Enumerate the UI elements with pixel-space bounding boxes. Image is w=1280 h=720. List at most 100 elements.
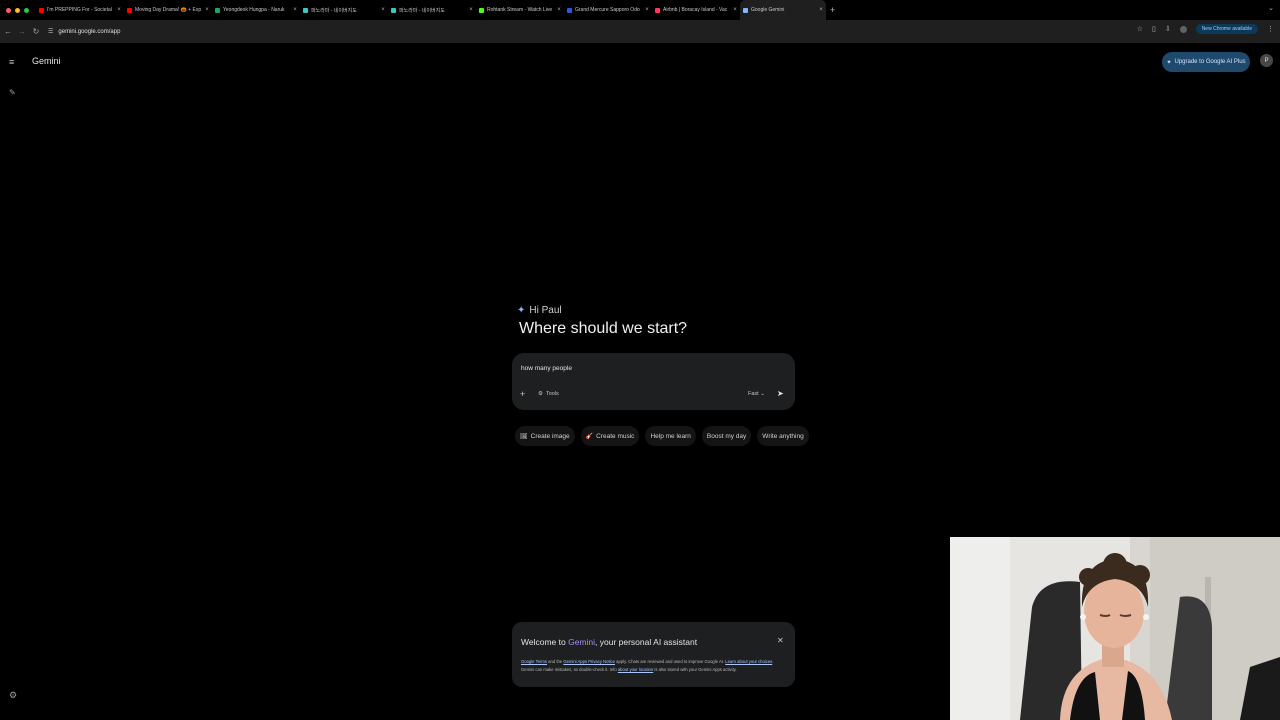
suggestion-chip[interactable]: Boost my day: [701, 426, 752, 446]
toolbar-right: ☆ ▯ ⇩ New Chrome available ⋮: [1137, 24, 1274, 34]
downloads-icon[interactable]: ⇩: [1165, 25, 1171, 33]
model-mode-selector[interactable]: Fast ⌄: [748, 391, 765, 397]
tab-favicon-icon: [303, 7, 308, 13]
minimize-window-button[interactable]: [15, 7, 20, 13]
webcam-image: [950, 537, 1280, 720]
back-icon[interactable]: ←: [2, 27, 14, 36]
tab-favicon-icon: [215, 7, 220, 13]
greeting-text: Hi Paul: [529, 305, 562, 316]
upgrade-button[interactable]: ✦ Upgrade to Google AI Plus: [1162, 52, 1250, 72]
disclaimer-text-1: and the: [547, 659, 564, 664]
tab-favicon-icon: [567, 7, 572, 13]
chrome-menu-icon[interactable]: ⋮: [1267, 25, 1274, 33]
tab-strip: I'm PREPPING For - Societal × Moving Day D…: [0, 0, 1280, 20]
suggestion-chip[interactable]: 🖼 Create image: [515, 426, 575, 446]
gemini-sparkle-icon: ✦: [517, 305, 526, 316]
tab-favicon-icon: [743, 7, 748, 13]
tools-button[interactable]: ⚙ Tools: [538, 391, 559, 397]
chip-label: Create image: [530, 432, 570, 440]
avatar[interactable]: P: [1260, 54, 1273, 67]
close-tab-icon[interactable]: ×: [202, 7, 212, 13]
url-text: gemini.google.com/app: [58, 28, 121, 35]
tab-title: I'm PREPPING For - Societal: [47, 7, 112, 13]
close-tab-icon[interactable]: ×: [290, 7, 300, 13]
browser-tab[interactable]: Airbnb | Boracay Island - Vac ×: [652, 0, 740, 20]
menu-icon[interactable]: ≡: [9, 57, 14, 67]
close-tab-icon[interactable]: ×: [730, 7, 740, 13]
upgrade-label: Upgrade to Google AI Plus: [1174, 59, 1246, 65]
bookmark-star-icon[interactable]: ☆: [1137, 25, 1143, 33]
chip-label: Create music: [596, 432, 635, 440]
tab-title: Google Gemini: [751, 7, 785, 13]
mode-label: Fast: [748, 391, 759, 397]
disclaimer-text-4: is also stored with your Gemini Apps act…: [653, 666, 737, 672]
add-files-icon[interactable]: +: [520, 389, 525, 399]
address-bar[interactable]: ☰ gemini.google.com/app: [44, 23, 1144, 40]
close-icon[interactable]: ✕: [777, 636, 784, 645]
tab-title: Grand Mercure Sapporo Odo: [575, 7, 640, 13]
settings-gear-icon[interactable]: ⚙: [9, 690, 17, 701]
tab-title: 파노라마 - 네이버지도: [399, 7, 445, 14]
tab-title: Rohtank Stream - Watch Live: [487, 7, 553, 13]
google-terms-link[interactable]: Google Terms: [521, 659, 547, 664]
tab-favicon-icon: [655, 7, 660, 13]
new-tab-icon[interactable]: +: [830, 5, 835, 15]
zoom-window-button[interactable]: [24, 7, 29, 13]
toolbar: ← → ↻ ☰ gemini.google.com/app ☆ ▯ ⇩ New …: [0, 20, 1280, 43]
window-controls: [0, 7, 36, 13]
extensions-icon[interactable]: ▯: [1152, 25, 1156, 33]
chip-icon: 🎸: [585, 433, 594, 440]
send-icon[interactable]: ➤: [777, 389, 784, 398]
browser-tab[interactable]: I'm PREPPING For - Societal ×: [36, 0, 124, 20]
location-link[interactable]: about your location: [618, 667, 653, 672]
browser-tab[interactable]: 파노라마 - 네이버지도 ×: [300, 0, 388, 20]
suggestion-chip[interactable]: Write anything: [757, 426, 809, 446]
welcome-title-brand: Gemini: [568, 637, 596, 647]
new-chat-icon[interactable]: ✎: [9, 88, 16, 97]
webcam-overlay: [950, 537, 1280, 720]
welcome-title-prefix: Welcome to: [521, 637, 569, 647]
close-tab-icon[interactable]: ×: [114, 7, 124, 13]
close-tab-icon[interactable]: ×: [378, 7, 388, 13]
close-tab-icon[interactable]: ×: [554, 7, 564, 13]
browser-profile-avatar[interactable]: [1179, 25, 1187, 33]
tab-title: Yeongdeok Hungpa - Naruk: [223, 7, 285, 13]
chip-label: Write anything: [762, 432, 804, 440]
welcome-title: Welcome to Gemini, your personal AI assi…: [521, 637, 697, 647]
suggestion-chip[interactable]: Help me learn: [645, 426, 696, 446]
choices-link[interactable]: Learn about your choices: [725, 659, 772, 664]
close-tab-icon[interactable]: ×: [466, 7, 476, 13]
prompt-input[interactable]: how many people: [521, 365, 572, 372]
close-tab-icon[interactable]: ×: [816, 7, 826, 13]
tab-title: 파노라마 - 네이버지도: [311, 7, 357, 14]
browser-tab[interactable]: Grand Mercure Sapporo Odo ×: [564, 0, 652, 20]
tools-icon: ⚙: [538, 391, 543, 397]
privacy-notice-link[interactable]: Gemini Apps Privacy Notice: [563, 659, 615, 664]
greeting: ✦ Hi Paul: [517, 305, 562, 316]
suggestion-chip[interactable]: 🎸 Create music: [580, 426, 640, 446]
tab-title: Moving Day Drama! 🎃 + Exp: [135, 7, 202, 13]
page-title: Where should we start?: [519, 320, 688, 337]
forward-icon[interactable]: →: [16, 27, 28, 36]
tab-favicon-icon: [391, 7, 396, 13]
browser-tab[interactable]: Moving Day Drama! 🎃 + Exp ×: [124, 0, 212, 20]
prompt-box[interactable]: how many people + ⚙ Tools Fast ⌄ ➤: [512, 353, 795, 410]
site-info-icon[interactable]: ☰: [48, 28, 53, 35]
browser-tab[interactable]: Yeongdeok Hungpa - Naruk ×: [212, 0, 300, 20]
browser-tab[interactable]: 파노라마 - 네이버지도 ×: [388, 0, 476, 20]
app-title[interactable]: Gemini: [32, 56, 61, 66]
welcome-title-suffix: , your personal AI assistant: [595, 637, 698, 647]
welcome-disclaimer: Google Terms and the Gemini Apps Privacy…: [521, 658, 787, 673]
close-tab-icon[interactable]: ×: [642, 7, 652, 13]
close-window-button[interactable]: [6, 7, 11, 13]
new-chrome-button[interactable]: New Chrome available: [1195, 24, 1258, 34]
tab-search-icon[interactable]: ⌄: [1268, 4, 1274, 12]
disclaimer-text-2: apply. Chats are reviewed and used to im…: [614, 659, 726, 664]
browser-tab[interactable]: Rohtank Stream - Watch Live ×: [476, 0, 564, 20]
chip-icon: 🖼: [520, 433, 528, 440]
welcome-card: Welcome to Gemini, your personal AI assi…: [512, 622, 795, 687]
reload-icon[interactable]: ↻: [30, 27, 42, 36]
chevron-down-icon: ⌄: [760, 391, 765, 397]
browser-tab[interactable]: Google Gemini ×: [740, 0, 826, 20]
tab-title: Airbnb | Boracay Island - Vac: [663, 7, 728, 13]
